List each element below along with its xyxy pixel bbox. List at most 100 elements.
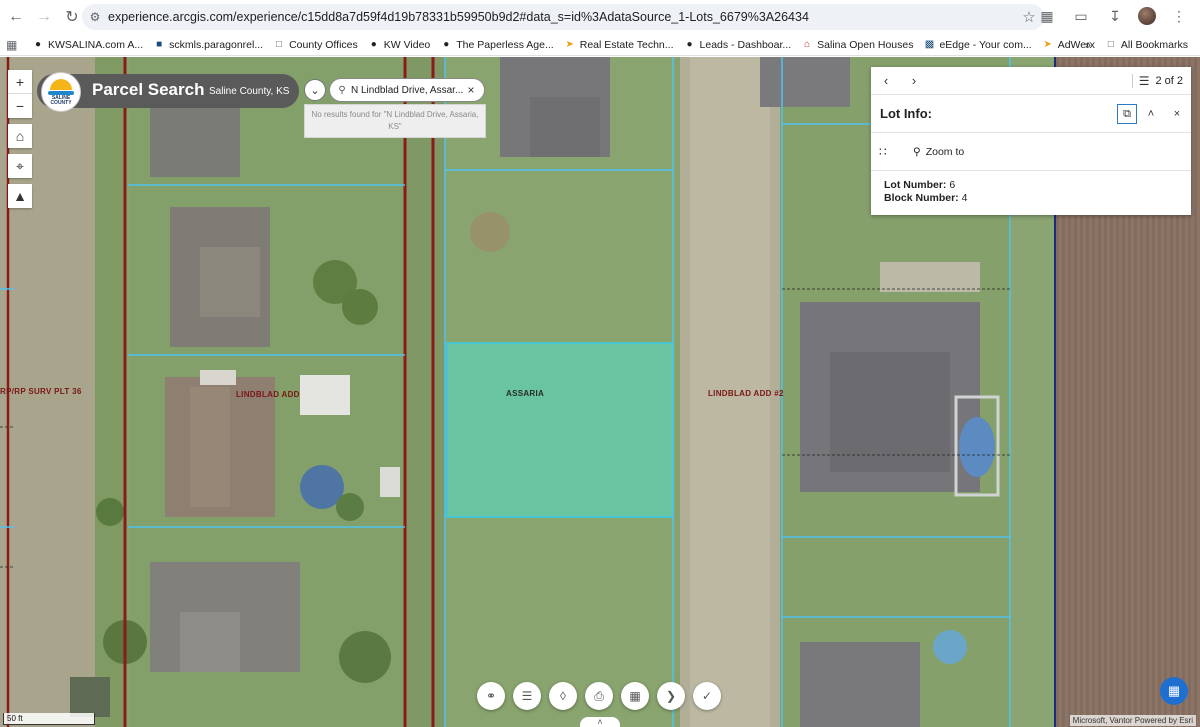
zoom-to-button[interactable]: ⚲ Zoom to <box>913 146 964 158</box>
feature-count-text: 2 of 2 <box>1155 75 1183 87</box>
map-controls: + − ⌂ ⌖ ▲ <box>8 70 32 208</box>
layers-icon[interactable]: ◊ <box>549 682 577 710</box>
folder-icon: □ <box>276 39 283 50</box>
lot-info-panel: ‹ › ☰ 2 of 2 Lot Info: ⧉ ˄ × ∷ ⚲ Zoom to… <box>871 67 1191 215</box>
zoom-icon: ⚲ <box>913 145 921 158</box>
attribute-table-button[interactable]: ▦ <box>1160 677 1188 705</box>
bookmark-item[interactable]: ▩ eEdge - Your com... <box>923 38 1032 51</box>
cast-icon[interactable]: ▭ <box>1070 5 1092 27</box>
basemap-gallery-icon[interactable]: ▦ <box>621 682 649 710</box>
no-results-message: No results found for "N Lindblad Drive, … <box>304 104 486 138</box>
kw-icon: ● <box>370 39 377 50</box>
block-number-row: Block Number: 4 <box>884 192 967 205</box>
bookmark-label: Real Estate Techn... <box>579 38 674 51</box>
profile-avatar[interactable] <box>1138 7 1156 25</box>
logo-text: SALINE COUNTY <box>50 94 72 106</box>
bookmark-item[interactable]: ● The Paperless Age... <box>440 39 554 51</box>
back-icon[interactable]: ← <box>4 5 28 29</box>
bookmarks-bar: ▦ ● KWSALINA.com A... ■ sckmls.paragonrel.… <box>0 34 1200 56</box>
share-icon[interactable]: ❯ <box>657 682 685 710</box>
locate-control: ⌖ <box>8 154 32 178</box>
list-icon: ☰ <box>1131 74 1149 88</box>
bookmark-label: sckmls.paragonrel... <box>169 38 264 51</box>
clear-search-icon[interactable]: × <box>463 83 479 97</box>
url-text[interactable]: experience.arcgis.com/experience/c15dd8a… <box>108 10 1014 24</box>
home-icon[interactable]: ⌂ <box>8 124 32 148</box>
search-icon: ⚲ <box>338 84 346 96</box>
map-label-lindblad: LINDBLAD ADD <box>236 390 300 399</box>
reload-icon[interactable]: ↻ <box>60 5 84 29</box>
compass-icon[interactable]: ▲ <box>8 184 32 208</box>
more-bookmarks-icon[interactable]: » <box>1085 39 1091 51</box>
bookmark-item[interactable]: ➤ Real Estate Techn... <box>564 39 674 51</box>
bookmark-label: County Offices <box>289 38 358 51</box>
close-icon[interactable]: × <box>1167 104 1187 124</box>
extensions-icon[interactable]: ▦ <box>1036 5 1058 27</box>
bookmark-item[interactable]: ■ sckmls.paragonrel... <box>153 39 263 51</box>
bookmark-item[interactable]: ● KW Video <box>368 39 431 51</box>
feature-nav: ‹ › ☰ 2 of 2 <box>871 67 1191 95</box>
locate-icon[interactable]: ⌖ <box>8 154 32 178</box>
menu-kebab-icon[interactable]: ⋮ <box>1168 5 1190 27</box>
link-icon[interactable]: ⚭ <box>477 682 505 710</box>
measure-icon[interactable]: ✓ <box>693 682 721 710</box>
lot-details: Lot Number: 6 Block Number: 4 <box>884 179 967 205</box>
apps-grid-icon[interactable]: ▦ <box>6 38 22 52</box>
zoom-to-label: Zoom to <box>925 145 965 158</box>
page-title: Parcel Search <box>92 80 205 99</box>
feature-count[interactable]: ☰ 2 of 2 <box>1131 74 1183 88</box>
map-label-surv: RP/RP SURV PLT 36 <box>0 387 82 396</box>
zoom-out-button[interactable]: − <box>8 94 32 118</box>
bookmark-item[interactable]: ● Leads - Dashboar... <box>684 38 792 51</box>
map-toolbar: ⚭ ☰ ◊ ⎙ ▦ ❯ ✓ <box>477 682 721 710</box>
zoom-in-button[interactable]: + <box>8 70 32 94</box>
collapse-icon[interactable]: ˄ <box>1141 104 1161 124</box>
panel-actions: ∷ ⚲ Zoom to <box>871 133 1191 171</box>
bolt-icon: ➤ <box>1043 39 1052 50</box>
lot-number-row: Lot Number: 6 <box>884 179 967 192</box>
logo-sun-icon <box>50 78 72 90</box>
forward-icon[interactable]: → <box>32 5 56 29</box>
bookmark-label: eEdge - Your com... <box>939 38 1032 51</box>
app-header: SALINE COUNTY Parcel Search Saline Count… <box>37 72 299 112</box>
all-bookmarks-button[interactable]: □ All Bookmarks <box>1105 39 1188 51</box>
address-bar[interactable]: ⚙ experience.arcgis.com/experience/c15dd… <box>82 4 1044 30</box>
chevron-up-icon: ˄ <box>597 717 603 727</box>
panel-title: Lot Info: <box>880 106 932 121</box>
table-icon: ▦ <box>1167 683 1181 698</box>
all-bookmarks-label: All Bookmarks <box>1120 38 1188 51</box>
kw-icon: ● <box>686 39 693 50</box>
print-icon[interactable]: ⎙ <box>585 682 613 710</box>
browser-toolbar: ← → ↻ ⚙ experience.arcgis.com/experience… <box>0 0 1200 34</box>
download-icon[interactable]: ↧ <box>1104 5 1126 27</box>
bookmark-label: KWSALINA.com A... <box>48 38 144 51</box>
county-logo: SALINE COUNTY <box>41 72 81 112</box>
search-source-dropdown[interactable]: ⌄ <box>304 79 326 101</box>
lot-number-label: Lot Number: <box>884 179 947 191</box>
dock-icon[interactable]: ⧉ <box>1117 104 1137 124</box>
kw-icon: ● <box>34 39 42 50</box>
bookmark-label: Leads - Dashboar... <box>699 38 792 51</box>
search-box[interactable]: ⚲ × <box>329 78 485 102</box>
zoom-controls: + − <box>8 70 32 118</box>
mls-icon: ■ <box>156 39 163 50</box>
folder-icon: □ <box>1107 39 1114 50</box>
panel-header: Lot Info: ⧉ ˄ × <box>871 95 1191 133</box>
chart-icon: ▩ <box>924 39 935 50</box>
block-number-label: Block Number: <box>884 192 959 204</box>
expand-toolbar-button[interactable]: ˄ <box>580 717 620 727</box>
bookmark-item[interactable]: ⌂ Salina Open Houses <box>801 39 913 51</box>
bookmark-item[interactable]: ● KWSALINA.com A... <box>32 39 143 51</box>
bookmarks-right: » □ All Bookmarks <box>1085 39 1188 51</box>
next-feature-icon[interactable]: › <box>901 73 927 88</box>
logo-wave-icon <box>48 90 74 95</box>
legend-list-icon[interactable]: ☰ <box>513 682 541 710</box>
site-info-icon[interactable]: ⚙ <box>82 10 108 24</box>
previous-feature-icon[interactable]: ‹ <box>873 73 899 88</box>
map-label-lindblad2: LINDBLAD ADD #2 <box>708 389 784 398</box>
bookmark-item[interactable]: □ County Offices <box>273 39 358 51</box>
search-input[interactable] <box>351 84 463 96</box>
kw-icon: ● <box>443 39 450 50</box>
actions-grid-icon[interactable]: ∷ <box>879 145 895 159</box>
house-icon: ⌂ <box>804 39 811 50</box>
